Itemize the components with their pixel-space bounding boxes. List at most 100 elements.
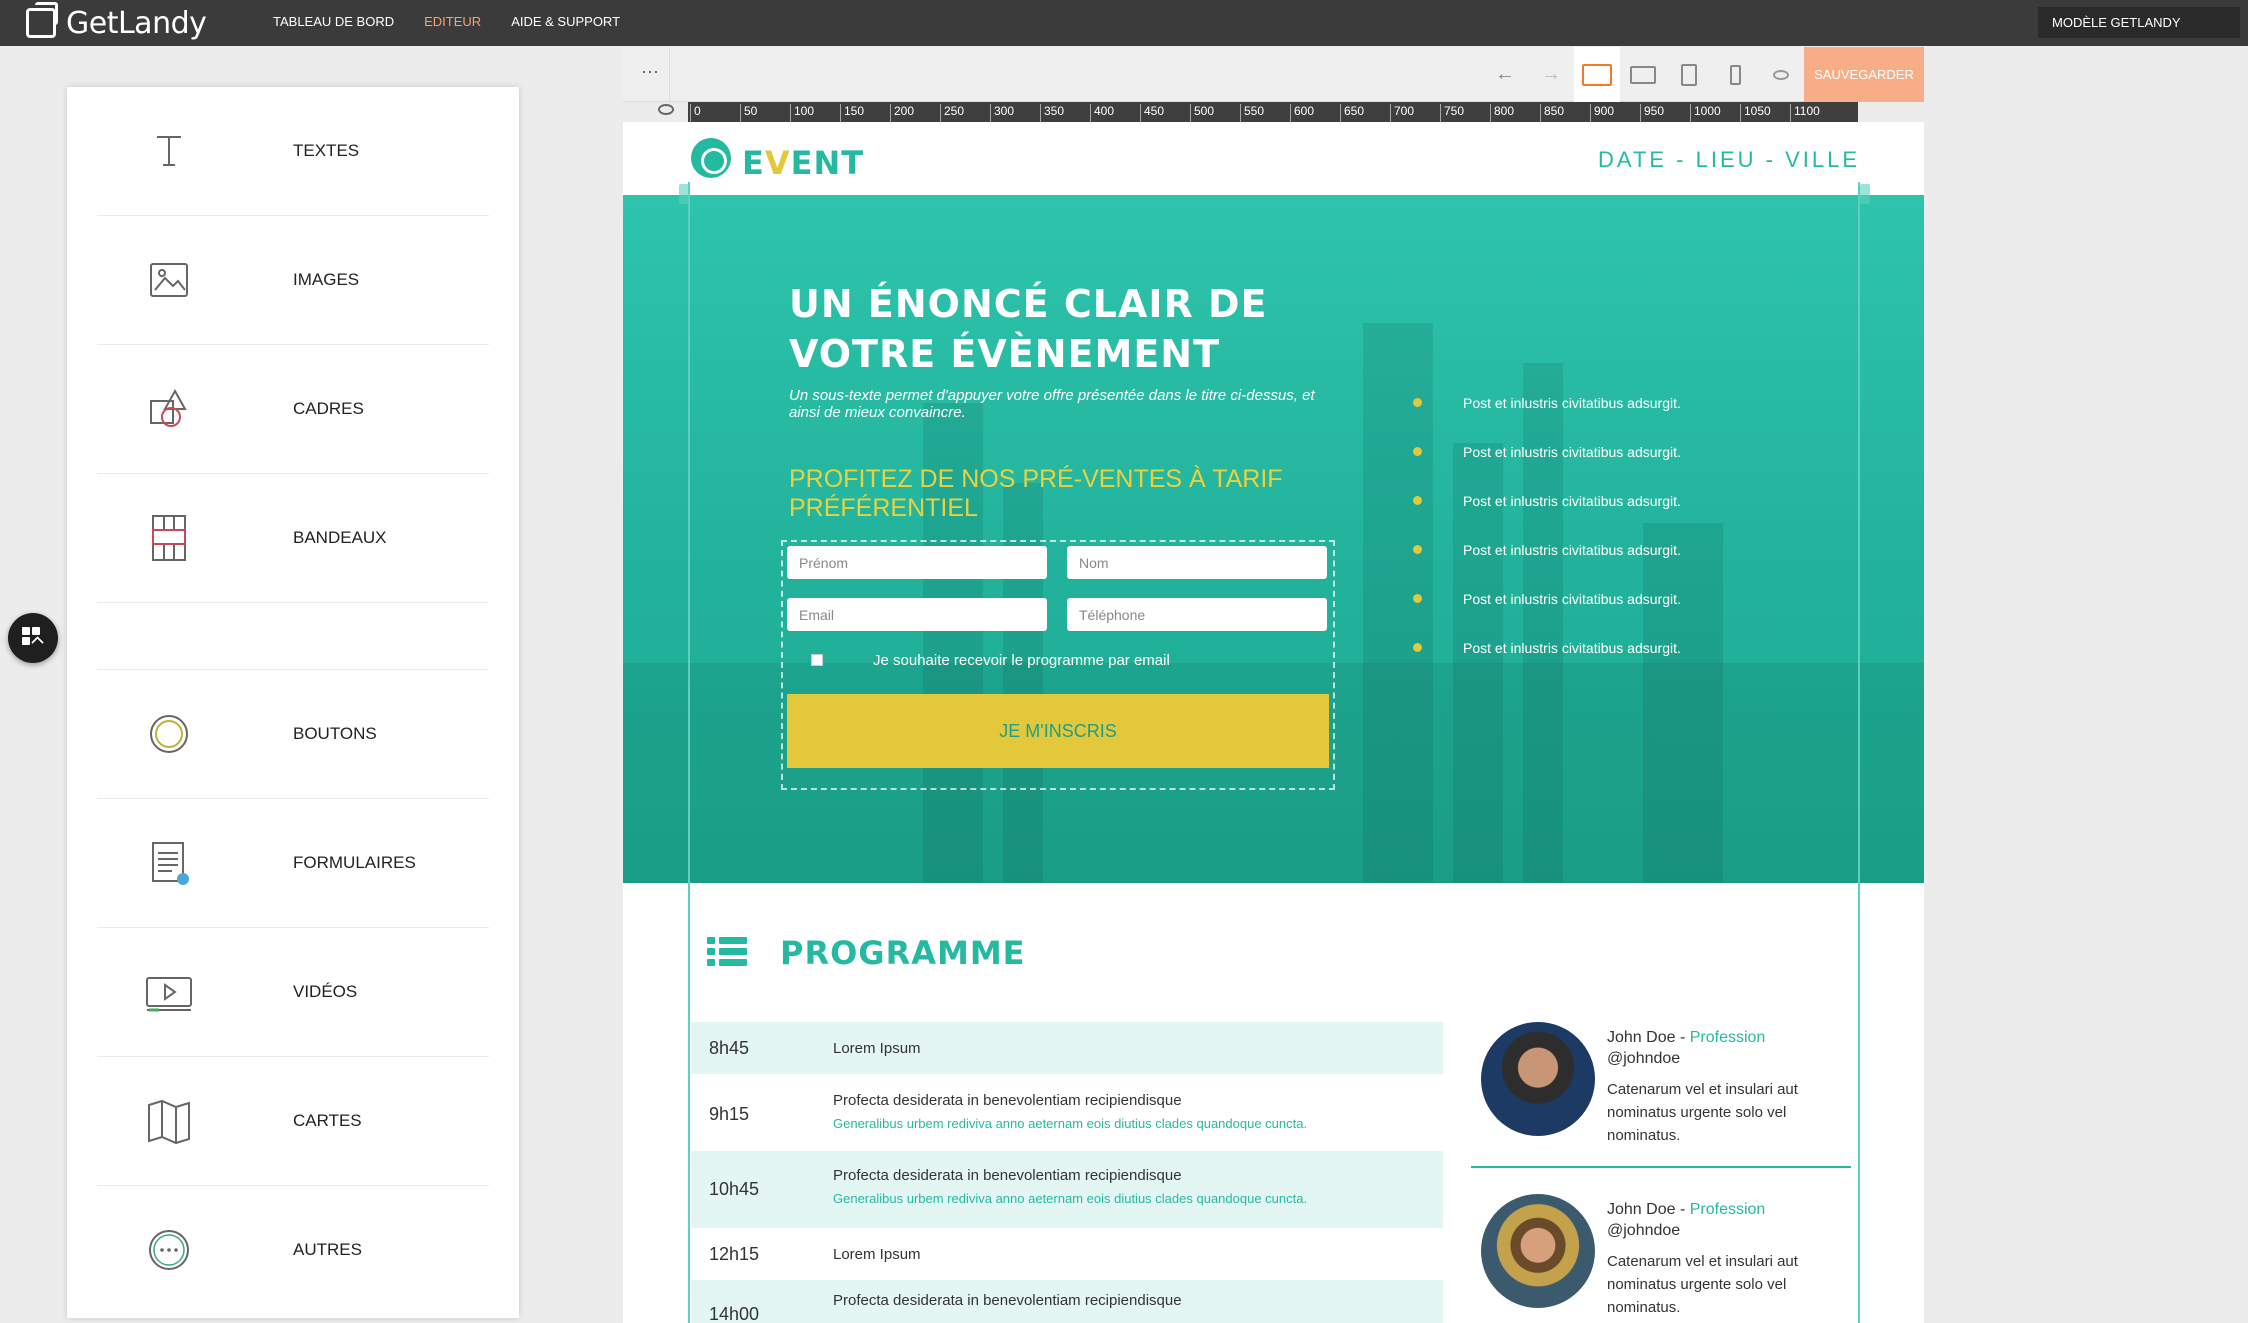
telephone-field[interactable]: Téléphone [1067, 598, 1327, 631]
eye-icon [1773, 69, 1789, 80]
app-logo[interactable]: GetLandy [26, 2, 207, 41]
sidebar-item-boutons[interactable]: BOUTONS [97, 670, 489, 799]
sidebar-item-images[interactable]: IMAGES [97, 216, 489, 345]
right-guide-handle[interactable] [1860, 184, 1870, 204]
page-canvas[interactable]: EVENT DATE - LIEU - VILLE UN ÉNONCÉ CLAI… [623, 122, 1924, 1323]
undo-icon: ← [1495, 63, 1515, 85]
add-block-button[interactable] [8, 613, 58, 663]
ruler-tick: 1050 [1740, 104, 1771, 122]
list-item: Post et inlustris civitatibus adsurgit. [1413, 640, 1813, 660]
mobile-icon [1729, 64, 1741, 85]
ruler-tick: 1100 [1790, 104, 1820, 122]
panel-spacer [97, 603, 489, 670]
sidebar-item-formulaires[interactable]: FORMULAIRES [97, 799, 489, 928]
nom-field[interactable]: Nom [1067, 546, 1327, 579]
preview-button[interactable] [1758, 47, 1804, 102]
sidebar-item-label: FORMULAIRES [293, 853, 416, 872]
newsletter-label: Je souhaite recevoir le programme par em… [873, 652, 1170, 669]
speaker-divider [1471, 1166, 1851, 1168]
redo-icon: → [1541, 63, 1561, 85]
newsletter-checkbox[interactable] [811, 654, 823, 666]
row-time: 9h15 [709, 1104, 750, 1124]
bullet-icon [1413, 447, 1422, 456]
event-title[interactable]: EVENT [742, 144, 864, 182]
hero-subtitle[interactable]: Un sous-texte permet d'appuyer votre off… [789, 387, 1329, 421]
sidebar-item-label: CADRES [293, 399, 364, 418]
mobile-view-button[interactable] [1712, 47, 1758, 102]
component-panel: TEXTES IMAGES CADRES BANDEAUX BOUTONS FO… [67, 87, 519, 1318]
left-guide-handle[interactable] [679, 184, 689, 204]
list-item: Post et inlustris civitatibus adsurgit. [1413, 444, 1813, 464]
row-subtitle: Generalibus urbem rediviva anno aeternam… [833, 1191, 1308, 1206]
table-row[interactable]: 8h45 Lorem Ipsum [691, 1022, 1443, 1074]
row-time: 8h45 [709, 1038, 750, 1058]
speaker-card[interactable]: John Doe - Profession @johndoe Catenarum… [1471, 1194, 1851, 1323]
redo-button[interactable]: → [1528, 47, 1574, 102]
speaker-bio: Catenarum vel et insulari aut nominatus … [1607, 1081, 1798, 1144]
sidebar-item-autres[interactable]: AUTRES [97, 1186, 489, 1315]
presale-heading[interactable]: PROFITEZ DE NOS PRÉ-VENTES À TARIF PRÉFÉ… [789, 465, 1309, 523]
model-select[interactable]: MODÈLE GETLANDY [2038, 7, 2240, 38]
tablet-view-button[interactable] [1666, 47, 1712, 102]
desktop-icon [1582, 63, 1612, 86]
ruler-tick: 500 [1190, 104, 1214, 122]
speaker-name: John Doe - Profession [1607, 1201, 1766, 1218]
logo-icon [26, 2, 58, 38]
ruler-tick: 300 [990, 104, 1014, 122]
avatar [1481, 1194, 1595, 1308]
editor-toolbar: ··· ← → SAUVEGARDER [623, 47, 1924, 102]
sidebar-item-cadres[interactable]: CADRES [97, 345, 489, 474]
ruler-tick: 750 [1440, 104, 1464, 122]
laptop-icon [1630, 65, 1656, 84]
speaker-name: John Doe - Profession [1607, 1029, 1766, 1046]
ruler-tick: 550 [1240, 104, 1264, 122]
email-field[interactable]: Email [787, 598, 1047, 631]
ruler-tick: 50 [740, 104, 757, 122]
sidebar-item-bandeaux[interactable]: BANDEAUX [97, 474, 489, 603]
sidebar-item-label: AUTRES [293, 1240, 362, 1259]
page-header[interactable]: EVENT DATE - LIEU - VILLE [623, 122, 1924, 195]
programme-title[interactable]: PROGRAMME [780, 934, 1026, 972]
table-row[interactable]: 10h45 Profecta desiderata in benevolenti… [691, 1151, 1443, 1228]
laptop-view-button[interactable] [1620, 47, 1666, 102]
save-button[interactable]: SAUVEGARDER [1804, 47, 1924, 102]
desktop-view-button[interactable] [1574, 47, 1620, 102]
nav-editor[interactable]: EDITEUR [424, 14, 481, 29]
list-item: Post et inlustris civitatibus adsurgit. [1413, 591, 1813, 611]
sidebar-item-textes[interactable]: TEXTES [97, 87, 489, 216]
table-row[interactable]: 14h00 Profecta desiderata in benevolenti… [691, 1280, 1443, 1323]
subscribe-button[interactable]: JE M'INSCRIS [787, 694, 1329, 768]
prenom-field[interactable]: Prénom [787, 546, 1047, 579]
bullet-icon [1413, 545, 1422, 554]
table-row[interactable]: 9h15 Profecta desiderata in benevolentia… [691, 1074, 1443, 1151]
ruler-tick: 900 [1590, 104, 1614, 122]
right-guide-line[interactable] [1858, 182, 1860, 1323]
ruler-tick: 450 [1140, 104, 1164, 122]
date-location[interactable]: DATE - LIEU - VILLE [1598, 147, 1860, 173]
add-block-icon [22, 627, 30, 635]
ruler-tick: 0 [690, 104, 701, 122]
ruler-tick: 950 [1640, 104, 1664, 122]
undo-button[interactable]: ← [1482, 47, 1528, 102]
more-icon [149, 1230, 189, 1270]
sidebar-item-videos[interactable]: VIDÉOS [97, 928, 489, 1057]
left-guide-line[interactable] [688, 182, 690, 1323]
more-options-button[interactable]: ··· [641, 61, 659, 82]
signup-form[interactable]: Prénom Nom Email Téléphone Je souhaite r… [781, 540, 1335, 790]
ruler-tick: 800 [1490, 104, 1514, 122]
button-circle-icon [150, 715, 188, 753]
hero-section[interactable]: UN ÉNONCÉ CLAIR DE VOTRE ÉVÈNEMENT Un so… [623, 195, 1924, 883]
row-time: 12h15 [709, 1244, 760, 1264]
sidebar-item-cartes[interactable]: CARTES [97, 1057, 489, 1186]
sidebar-item-label: VIDÉOS [293, 982, 358, 1001]
nav-dashboard[interactable]: TABLEAU DE BORD [273, 14, 394, 29]
nav-help[interactable]: AIDE & SUPPORT [511, 14, 620, 29]
logo-text: GetLandy [66, 5, 207, 41]
form-icon [152, 842, 189, 885]
ruler-tick: 100 [790, 104, 814, 122]
ruler-visibility-icon[interactable] [658, 104, 674, 115]
table-row[interactable]: 12h15 Lorem Ipsum [691, 1228, 1443, 1280]
ruler-tick: 200 [890, 104, 914, 122]
speaker-card[interactable]: John Doe - Profession @johndoe Catenarum… [1471, 1022, 1851, 1152]
hero-title[interactable]: UN ÉNONCÉ CLAIR DE VOTRE ÉVÈNEMENT [789, 279, 1309, 379]
